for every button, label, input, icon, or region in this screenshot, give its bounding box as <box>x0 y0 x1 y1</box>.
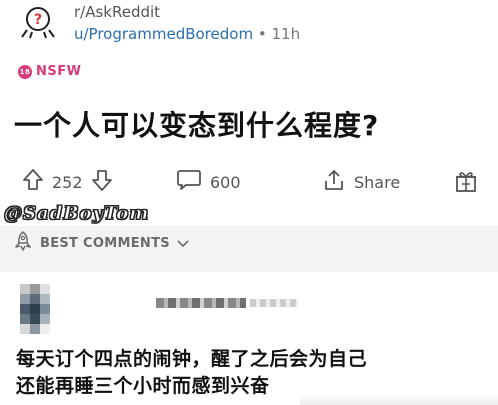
nsfw-icon: 18 <box>18 64 32 79</box>
comments-button[interactable]: 600 <box>176 168 241 196</box>
comment-card: 每天订个四点的闹钟，醒了之后会为自己 还能再睡三个小时而感到兴奋 <box>0 272 498 405</box>
arrow-up-icon[interactable] <box>22 168 44 196</box>
comment-line: 每天订个四点的闹钟，醒了之后会为自己 <box>16 348 368 370</box>
nsfw-badge: 18 NSFW <box>18 64 81 79</box>
svg-text:?: ? <box>34 12 42 28</box>
award-button[interactable] <box>454 168 478 198</box>
speech-bubble-icon <box>176 168 202 196</box>
share-label: Share <box>354 172 401 192</box>
share-icon <box>322 168 346 196</box>
author-link[interactable]: u/ProgrammedBoredom <box>74 25 253 43</box>
post-card: ? r/AskReddit u/ProgrammedBoredom • 11h … <box>0 0 498 232</box>
bottom-fade <box>300 395 498 405</box>
vote-group: 252 <box>22 168 113 196</box>
separator-dot: • <box>257 25 267 43</box>
post-time: 11h <box>271 25 301 43</box>
share-button[interactable]: Share <box>322 168 400 196</box>
author-line: u/ProgrammedBoredom • 11h <box>74 25 300 43</box>
section-divider <box>0 260 498 272</box>
comment-body: 每天订个四点的闹钟，醒了之后会为自己 还能再睡三个小时而感到兴奋 <box>16 346 367 400</box>
post-title[interactable]: 一个人可以变态到什么程度? <box>14 104 379 144</box>
blurred-username <box>156 298 246 308</box>
question-mark-avatar-icon[interactable]: ? <box>18 6 58 40</box>
gift-icon <box>454 168 478 198</box>
rocket-icon <box>14 231 32 255</box>
comment-count: 600 <box>210 172 241 192</box>
arrow-down-icon[interactable] <box>91 168 113 196</box>
watermark-text: @SadBoyTom <box>4 203 150 225</box>
sort-label: BEST COMMENTS <box>40 235 170 251</box>
blurred-avatar-icon[interactable] <box>20 284 50 334</box>
subreddit-link[interactable]: r/AskReddit <box>74 3 160 21</box>
chevron-down-icon <box>176 234 190 253</box>
sort-bar[interactable]: BEST COMMENTS <box>0 226 498 260</box>
post-actions: 252 600 Share <box>0 168 498 208</box>
nsfw-label: NSFW <box>36 64 82 79</box>
upvote-count: 252 <box>52 172 83 192</box>
blurred-meta <box>250 299 298 307</box>
